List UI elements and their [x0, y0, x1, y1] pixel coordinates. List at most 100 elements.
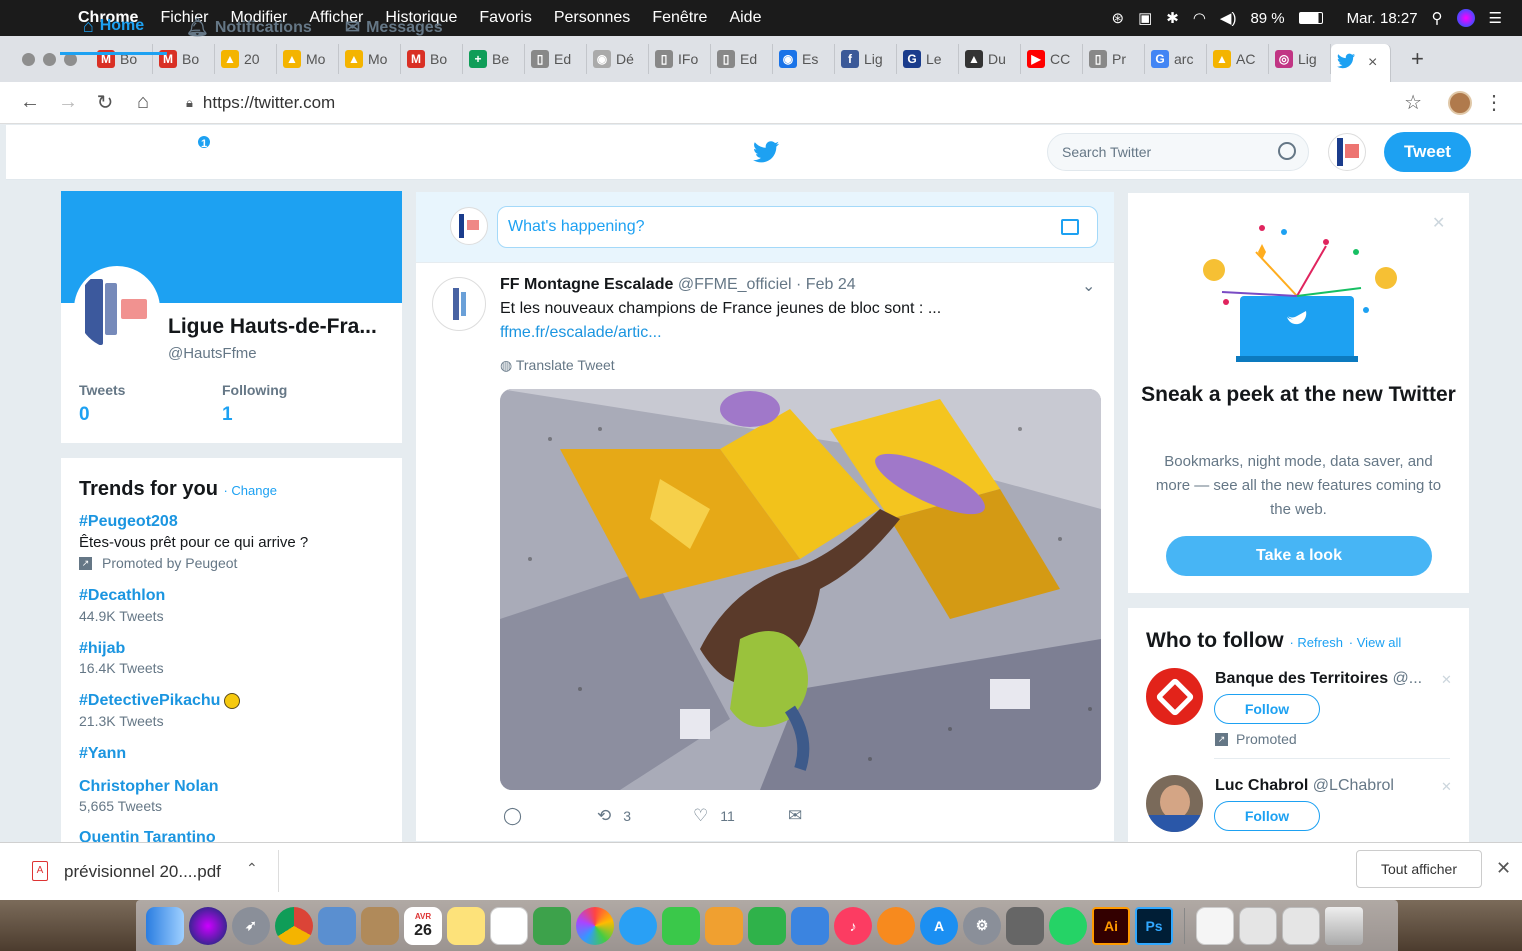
dm-button[interactable]: ✉ [788, 806, 802, 826]
siri-icon[interactable] [1456, 9, 1475, 27]
browser-tab[interactable]: ▲ Du [959, 44, 1021, 74]
following-stat-label[interactable]: Following [222, 382, 287, 398]
notes-icon[interactable] [447, 906, 485, 945]
tweet-author-name[interactable]: FF Montagne Escalade [500, 276, 673, 293]
follow-button[interactable]: Follow [1214, 694, 1320, 724]
address-bar[interactable]: 🔒︎ https://twitter.com [172, 87, 1512, 119]
chevron-up-icon[interactable]: ⌃ [246, 860, 258, 877]
chrome-profile-avatar[interactable] [1448, 90, 1472, 115]
trash-icon[interactable] [1325, 906, 1363, 945]
new-tab-button[interactable]: + [1411, 46, 1424, 72]
search-icon[interactable] [1278, 142, 1296, 160]
numbers-icon[interactable] [748, 906, 786, 945]
finder-icon[interactable] [146, 906, 184, 945]
following-stat-value[interactable]: 1 [222, 404, 233, 426]
dismiss-suggestion-icon[interactable]: ✕ [1441, 779, 1452, 795]
browser-tab[interactable]: ▯ Ed [525, 44, 587, 74]
trends-change-link[interactable]: Change [231, 483, 277, 498]
trend-description[interactable]: Êtes-vous prêt pour ce qui arrive ? [79, 534, 308, 551]
clock[interactable]: Mar. 18:27 [1347, 10, 1418, 27]
browser-tab[interactable]: ▯ IFo [649, 44, 711, 74]
books-icon[interactable] [877, 906, 915, 945]
messages-icon[interactable] [619, 906, 657, 945]
suggested-account-avatar[interactable] [1146, 775, 1203, 832]
close-icon[interactable]: ✕ [1496, 858, 1511, 879]
close-icon[interactable]: ✕ [1432, 213, 1445, 233]
preview-icon[interactable] [318, 906, 356, 945]
home-icon[interactable]: ⌂ [134, 91, 152, 114]
reminders-icon[interactable] [490, 906, 528, 945]
browser-tab[interactable]: ▲ AC [1207, 44, 1269, 74]
illustrator-icon[interactable]: Ai [1092, 906, 1130, 945]
tweet-author-handle[interactable]: @FFME_officiel [678, 276, 792, 293]
tab-twitter-active[interactable]: × [1331, 44, 1391, 82]
contacts-icon[interactable] [361, 906, 399, 945]
dismiss-suggestion-icon[interactable]: ✕ [1441, 672, 1452, 688]
tweet-photo[interactable] [500, 389, 1101, 790]
window-thumbnail-icon[interactable] [1282, 906, 1320, 945]
trend-item-pikachu[interactable]: #DetectivePikachu [79, 692, 241, 710]
notification-center-icon[interactable]: ☰ [1489, 9, 1502, 27]
trend-item[interactable]: Quentin Tarantino [79, 829, 402, 842]
browser-tab[interactable]: ▯ Ed [711, 44, 773, 74]
nav-home[interactable]: ⌂ Home [60, 0, 167, 55]
trend-item[interactable]: #Yann [79, 745, 126, 763]
calendar-icon[interactable]: AVR 26 [404, 906, 442, 945]
show-all-downloads-button[interactable]: Tout afficher [1356, 850, 1482, 888]
photos-icon[interactable] [576, 906, 614, 945]
whatsapp-icon[interactable] [1049, 906, 1087, 945]
browser-tab[interactable]: Garc [1145, 44, 1207, 74]
take-a-look-button[interactable]: Take a look [1166, 536, 1432, 576]
reload-icon[interactable]: ↻ [96, 90, 114, 115]
twitter-search-input[interactable]: Search Twitter [1047, 133, 1309, 171]
retweet-button[interactable]: ⟲ 3 [597, 806, 631, 826]
tweet-link[interactable]: ffme.fr/escalade/artic... [500, 324, 662, 342]
account-avatar[interactable] [1328, 133, 1366, 171]
system-preferences-icon[interactable]: ⚙ [963, 906, 1001, 945]
bluetooth-icon[interactable]: ✱ [1166, 9, 1179, 27]
app-store-icon[interactable]: A [920, 906, 958, 945]
document-icon[interactable] [1196, 906, 1234, 945]
close-window-button[interactable] [22, 52, 35, 66]
chrome-menu-icon[interactable]: ⋮ [1484, 90, 1504, 115]
menu-fenetre[interactable]: Fenêtre [652, 9, 707, 27]
trend-promoted[interactable]: ↗ Promoted by Peugeot [79, 555, 237, 571]
compose-input[interactable]: What's happening? [497, 206, 1098, 248]
wifi-icon[interactable]: ◠ [1193, 9, 1206, 27]
like-button[interactable]: ♡ 11 [693, 806, 735, 826]
refresh-link[interactable]: Refresh [1297, 635, 1343, 650]
browser-tab[interactable]: ▶ CC [1021, 44, 1083, 74]
browser-tab[interactable]: G Le [897, 44, 959, 74]
download-filename[interactable]: prévisionnel 20....pdf [64, 862, 221, 882]
nav-messages[interactable]: ✉ Messages [345, 0, 443, 55]
tweets-stat-label[interactable]: Tweets [79, 382, 125, 398]
app-status-icon[interactable]: ▣ [1138, 9, 1152, 27]
facetime-icon[interactable] [662, 906, 700, 945]
browser-tab[interactable]: ◉ Es [773, 44, 835, 74]
keynote-icon[interactable] [791, 906, 829, 945]
translate-tweet[interactable]: ◍ Translate Tweet [500, 357, 615, 374]
view-all-link[interactable]: View all [1357, 635, 1402, 650]
image-capture-icon[interactable] [1006, 906, 1044, 945]
forward-arrow-icon[interactable]: → [58, 91, 78, 114]
volume-icon[interactable]: ◀) [1220, 9, 1237, 27]
chrome-icon[interactable] [275, 906, 313, 945]
profile-handle[interactable]: @HautsFfme [168, 345, 257, 362]
tweets-stat-value[interactable]: 0 [79, 404, 90, 426]
window-thumbnail-icon[interactable] [1239, 906, 1277, 945]
tweet-button[interactable]: Tweet [1384, 132, 1471, 172]
chevron-down-icon[interactable]: ⌄ [1082, 276, 1095, 296]
bookmark-star-icon[interactable]: ☆ [1404, 90, 1422, 115]
nav-notifications[interactable]: 🔔︎ Notifications [186, 0, 312, 55]
menu-personnes[interactable]: Personnes [554, 9, 631, 27]
trend-item[interactable]: #hijab [79, 640, 125, 658]
trend-item[interactable]: #Decathlon [79, 587, 165, 605]
browser-tab[interactable]: ◉ Dé [587, 44, 649, 74]
reply-button[interactable]: ◯ [503, 806, 522, 826]
suggested-account-avatar[interactable] [1146, 668, 1203, 725]
browser-tab[interactable]: f Lig [835, 44, 897, 74]
suggested-account-name[interactable]: Luc Chabrol @LChabrol [1215, 777, 1394, 795]
browser-tab[interactable]: ◎ Lig [1269, 44, 1331, 74]
menu-favoris[interactable]: Favoris [479, 9, 531, 27]
minimize-window-button[interactable] [43, 52, 56, 66]
